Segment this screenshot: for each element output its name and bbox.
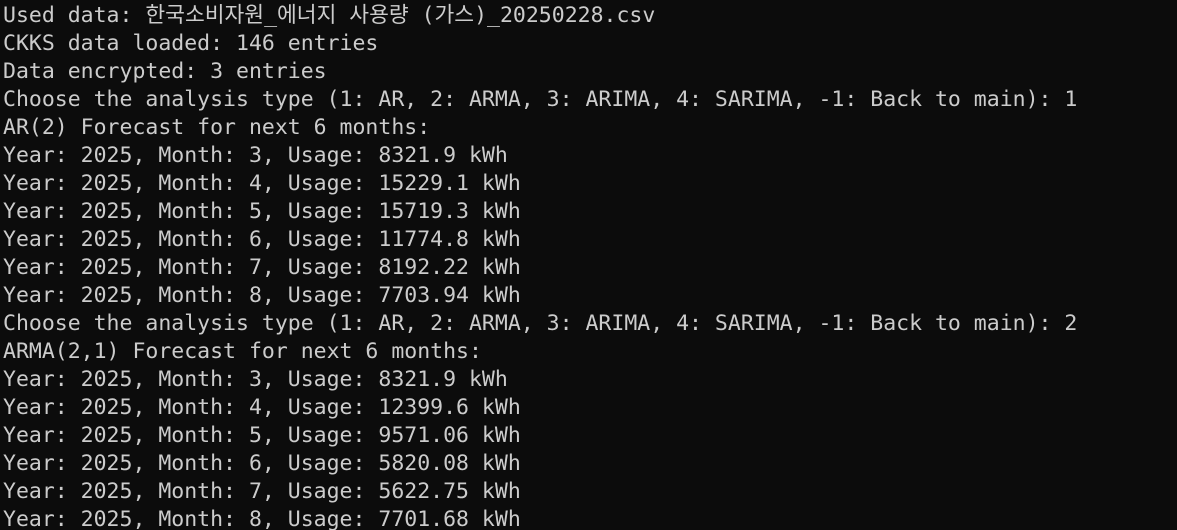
ar-forecast-row: Year: 2025, Month: 3, Usage: 8321.9 kWh [3,143,508,168]
arma-forecast-row: Year: 2025, Month: 6, Usage: 5820.08 kWh [3,451,521,476]
arma-forecast-row: Year: 2025, Month: 5, Usage: 9571.06 kWh [3,423,521,448]
analysis-prompt-line: Choose the analysis type (1: AR, 2: ARMA… [3,87,1078,112]
ar-forecast-row: Year: 2025, Month: 6, Usage: 11774.8 kWh [3,227,521,252]
ckks-loaded-line: CKKS data loaded: 146 entries [3,31,379,56]
data-encrypted-line: Data encrypted: 3 entries [3,59,327,84]
ar-forecast-header: AR(2) Forecast for next 6 months: [3,115,431,140]
arma-forecast-row: Year: 2025, Month: 4, Usage: 12399.6 kWh [3,395,521,420]
arma-forecast-row: Year: 2025, Month: 8, Usage: 7701.68 kWh [3,507,521,530]
terminal-output[interactable]: Used data: 한국소비자원_에너지 사용량 (가스)_20250228.… [0,0,1177,530]
analysis-prompt-line: Choose the analysis type (1: AR, 2: ARMA… [3,311,1078,336]
ar-forecast-row: Year: 2025, Month: 7, Usage: 8192.22 kWh [3,255,521,280]
ar-forecast-row: Year: 2025, Month: 5, Usage: 15719.3 kWh [3,199,521,224]
ar-forecast-row: Year: 2025, Month: 8, Usage: 7703.94 kWh [3,283,521,308]
arma-forecast-row: Year: 2025, Month: 7, Usage: 5622.75 kWh [3,479,521,504]
ar-forecast-row: Year: 2025, Month: 4, Usage: 15229.1 kWh [3,171,521,196]
used-data-line: Used data: 한국소비자원_에너지 사용량 (가스)_20250228.… [3,3,656,28]
arma-forecast-row: Year: 2025, Month: 3, Usage: 8321.9 kWh [3,367,508,392]
arma-forecast-header: ARMA(2,1) Forecast for next 6 months: [3,339,482,364]
